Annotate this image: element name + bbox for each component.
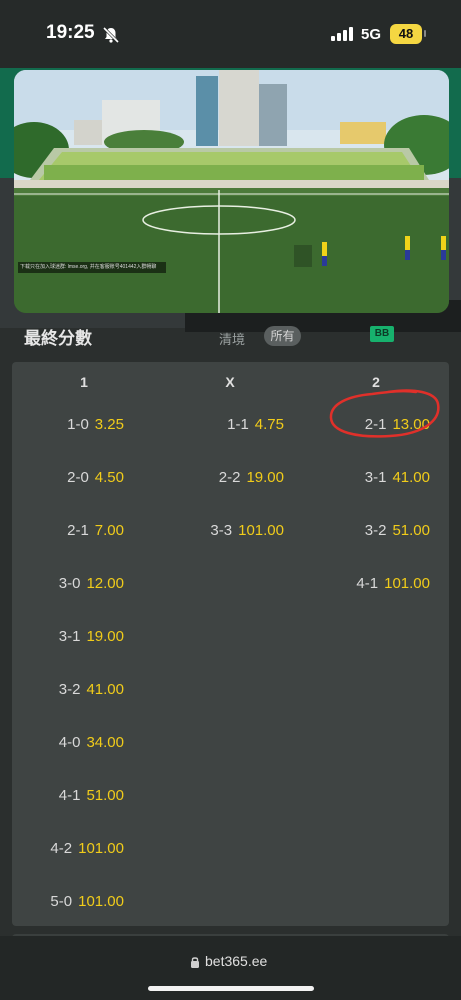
odds-price: 4.75 <box>254 416 284 433</box>
draw-odds-cell-0[interactable]: 1-1 4.75 <box>227 410 284 440</box>
status-time: 19:25 <box>46 22 95 43</box>
signal-icon <box>331 27 355 46</box>
battery-tip <box>424 30 426 37</box>
score-label: 4-1 <box>58 787 81 804</box>
column-header-home: 1 <box>80 374 88 390</box>
odds-price: 4.50 <box>94 469 124 486</box>
odds-price: 101.00 <box>78 893 124 910</box>
score-label: 1-0 <box>67 416 89 433</box>
url-text[interactable]: bet365.ee <box>205 953 267 969</box>
stadium-scene <box>14 70 449 313</box>
odds-price: 51.00 <box>392 522 430 539</box>
odds-price: 41.00 <box>86 681 124 698</box>
draw-odds-cell-2[interactable]: 3-3 101.00 <box>210 516 284 546</box>
away-odds-cell-1[interactable]: 3-1 41.00 <box>365 463 430 493</box>
home-odds-cell-0[interactable]: 1-0 3.25 <box>67 410 124 440</box>
filter-clear-button[interactable]: 清境 <box>219 329 245 348</box>
away-odds-cell-0[interactable]: 2-1 13.00 <box>365 410 430 440</box>
home-odds-cell-8[interactable]: 4-2 101.00 <box>50 834 124 864</box>
score-label: 4-1 <box>356 575 379 592</box>
lock-icon <box>190 955 200 973</box>
score-label: 3-1 <box>58 628 81 645</box>
column-header-draw: X <box>225 374 235 390</box>
odds-price: 19.00 <box>86 628 124 645</box>
odds-price: 13.00 <box>392 416 430 433</box>
draw-odds-cell-1[interactable]: 2-2 19.00 <box>219 463 284 493</box>
odds-price: 101.00 <box>238 522 284 539</box>
home-odds-cell-4[interactable]: 3-1 19.00 <box>59 622 124 652</box>
score-label: 2-1 <box>364 416 387 433</box>
odds-price: 51.00 <box>86 787 124 804</box>
score-label: 2-2 <box>218 469 241 486</box>
live-stream-video[interactable]: 下载只在加入球迷群: lmse.org, 并在客服账号401442入群畅聊 <box>14 70 449 313</box>
video-overlay-text: 下载只在加入球迷群: lmse.org, 并在客服账号401442入群畅聊 <box>20 264 157 270</box>
home-odds-cell-9[interactable]: 5-0 101.00 <box>50 887 124 917</box>
score-label: 3-0 <box>58 575 81 592</box>
away-odds-cell-3[interactable]: 4-1 101.00 <box>356 569 430 599</box>
home-odds-cell-7[interactable]: 4-1 51.00 <box>59 781 124 811</box>
score-label: 3-2 <box>364 522 387 539</box>
odds-price: 101.00 <box>384 575 430 592</box>
score-label: 3-2 <box>58 681 81 698</box>
video-overlay-banner: 下载只在加入球迷群: lmse.org, 并在客服账号401442入群畅聊 <box>18 262 166 273</box>
score-label: 4-0 <box>58 734 81 751</box>
odds-price: 34.00 <box>86 734 124 751</box>
home-odds-cell-3[interactable]: 3-0 12.00 <box>59 569 124 599</box>
bet-builder-badge[interactable]: BB <box>370 326 394 342</box>
network-label: 5G <box>361 26 382 43</box>
home-odds-cell-5[interactable]: 3-2 41.00 <box>59 675 124 705</box>
odds-price: 7.00 <box>94 522 124 539</box>
score-label: 4-2 <box>50 840 73 857</box>
score-label: 3-1 <box>364 469 387 486</box>
status-bar: 19:25 5G 48 <box>0 0 461 68</box>
filter-all-button[interactable]: 所有 <box>264 326 301 346</box>
odds-price: 3.25 <box>94 416 124 433</box>
odds-price: 41.00 <box>392 469 430 486</box>
odds-price: 101.00 <box>78 840 124 857</box>
odds-price: 19.00 <box>246 469 284 486</box>
battery-indicator: 48 <box>390 24 422 44</box>
score-label: 2-1 <box>67 522 89 539</box>
score-label: 1-1 <box>227 416 249 433</box>
column-header-away: 2 <box>372 374 380 390</box>
home-indicator[interactable] <box>148 986 314 991</box>
bell-muted-icon <box>102 26 120 49</box>
score-label: 3-3 <box>210 522 233 539</box>
home-odds-cell-6[interactable]: 4-0 34.00 <box>59 728 124 758</box>
home-odds-cell-1[interactable]: 2-0 4.50 <box>67 463 124 493</box>
home-odds-cell-2[interactable]: 2-1 7.00 <box>67 516 124 546</box>
odds-price: 12.00 <box>86 575 124 592</box>
away-odds-cell-2[interactable]: 3-2 51.00 <box>365 516 430 546</box>
score-label: 5-0 <box>50 893 73 910</box>
score-label: 2-0 <box>67 469 89 486</box>
market-title: 最終分數 <box>24 329 92 348</box>
